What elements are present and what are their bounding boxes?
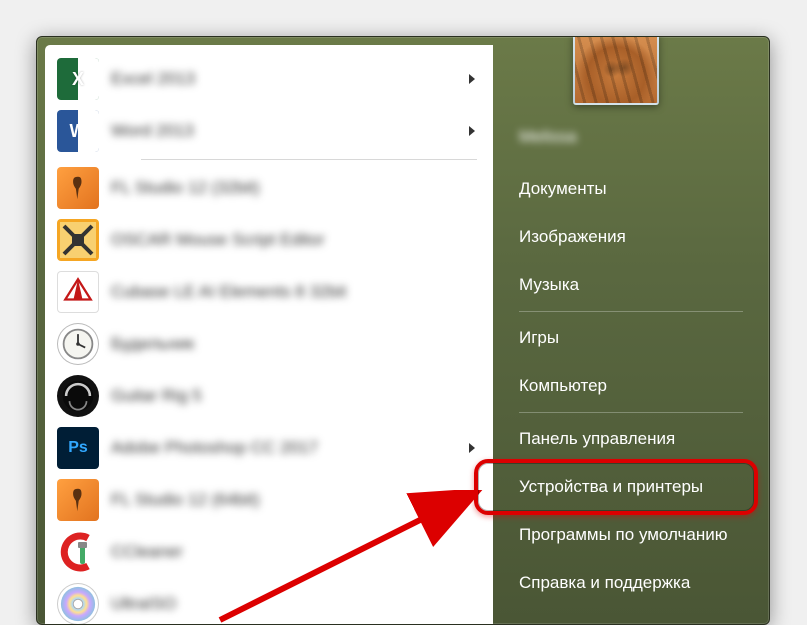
program-alarm[interactable]: Будильник <box>51 318 487 370</box>
programs-panel: X Excel 2013 W Word 2013 FL Studio 12 (3… <box>45 45 493 625</box>
program-photoshop[interactable]: Ps Adobe Photoshop CC 2017 <box>51 422 487 474</box>
right-item-computer[interactable]: Компьютер <box>519 362 753 410</box>
excel-icon: X <box>57 58 99 100</box>
user-name[interactable]: Melissa <box>519 127 753 147</box>
word-icon: W <box>57 110 99 152</box>
right-panel: Melissa Документы Изображения Музыка Игр… <box>493 37 769 624</box>
program-cubase[interactable]: Cubase LE AI Elements 8 32bit <box>51 266 487 318</box>
flstudio-icon <box>57 167 99 209</box>
guitar-rig-icon <box>57 375 99 417</box>
program-oscar[interactable]: OSCAR Mouse Script Editor <box>51 214 487 266</box>
program-label: UltraISO <box>111 594 481 614</box>
right-item-pictures[interactable]: Изображения <box>519 213 753 261</box>
divider <box>519 412 743 413</box>
user-picture[interactable] <box>573 36 659 105</box>
program-label: Adobe Photoshop CC 2017 <box>111 438 469 458</box>
program-label: FL Studio 12 (64bit) <box>111 490 481 510</box>
program-word[interactable]: W Word 2013 <box>51 105 487 157</box>
chevron-right-icon <box>469 126 475 136</box>
ultraiso-icon <box>57 583 99 625</box>
oscar-icon <box>57 219 99 261</box>
alarm-clock-icon <box>57 323 99 365</box>
right-item-control-panel[interactable]: Панель управления <box>519 415 753 463</box>
program-label: CCleaner <box>111 542 481 562</box>
program-flstudio-32[interactable]: FL Studio 12 (32bit) <box>51 162 487 214</box>
program-label: Guitar Rig 5 <box>111 386 481 406</box>
divider <box>519 311 743 312</box>
ccleaner-icon <box>57 531 99 573</box>
program-label: Word 2013 <box>111 121 469 141</box>
divider <box>141 159 477 160</box>
photoshop-icon: Ps <box>57 427 99 469</box>
right-item-documents[interactable]: Документы <box>519 165 753 213</box>
program-guitarrig[interactable]: Guitar Rig 5 <box>51 370 487 422</box>
program-flstudio-64[interactable]: FL Studio 12 (64bit) <box>51 474 487 526</box>
right-item-default-programs[interactable]: Программы по умолчанию <box>519 511 753 559</box>
program-label: Excel 2013 <box>111 69 469 89</box>
right-item-music[interactable]: Музыка <box>519 261 753 309</box>
flstudio-icon <box>57 479 99 521</box>
program-ultraiso[interactable]: UltraISO <box>51 578 487 625</box>
right-item-help-support[interactable]: Справка и поддержка <box>519 559 753 607</box>
cubase-icon <box>57 271 99 313</box>
chevron-right-icon <box>469 443 475 453</box>
start-menu: X Excel 2013 W Word 2013 FL Studio 12 (3… <box>36 36 770 625</box>
program-label: OSCAR Mouse Script Editor <box>111 230 481 250</box>
program-label: Будильник <box>111 334 481 354</box>
right-item-devices-printers[interactable]: Устройства и принтеры <box>519 463 753 511</box>
right-item-games[interactable]: Игры <box>519 314 753 362</box>
program-label: Cubase LE AI Elements 8 32bit <box>111 282 481 302</box>
program-ccleaner[interactable]: CCleaner <box>51 526 487 578</box>
program-excel[interactable]: X Excel 2013 <box>51 53 487 105</box>
avatar <box>575 36 657 103</box>
chevron-right-icon <box>469 74 475 84</box>
program-label: FL Studio 12 (32bit) <box>111 178 481 198</box>
